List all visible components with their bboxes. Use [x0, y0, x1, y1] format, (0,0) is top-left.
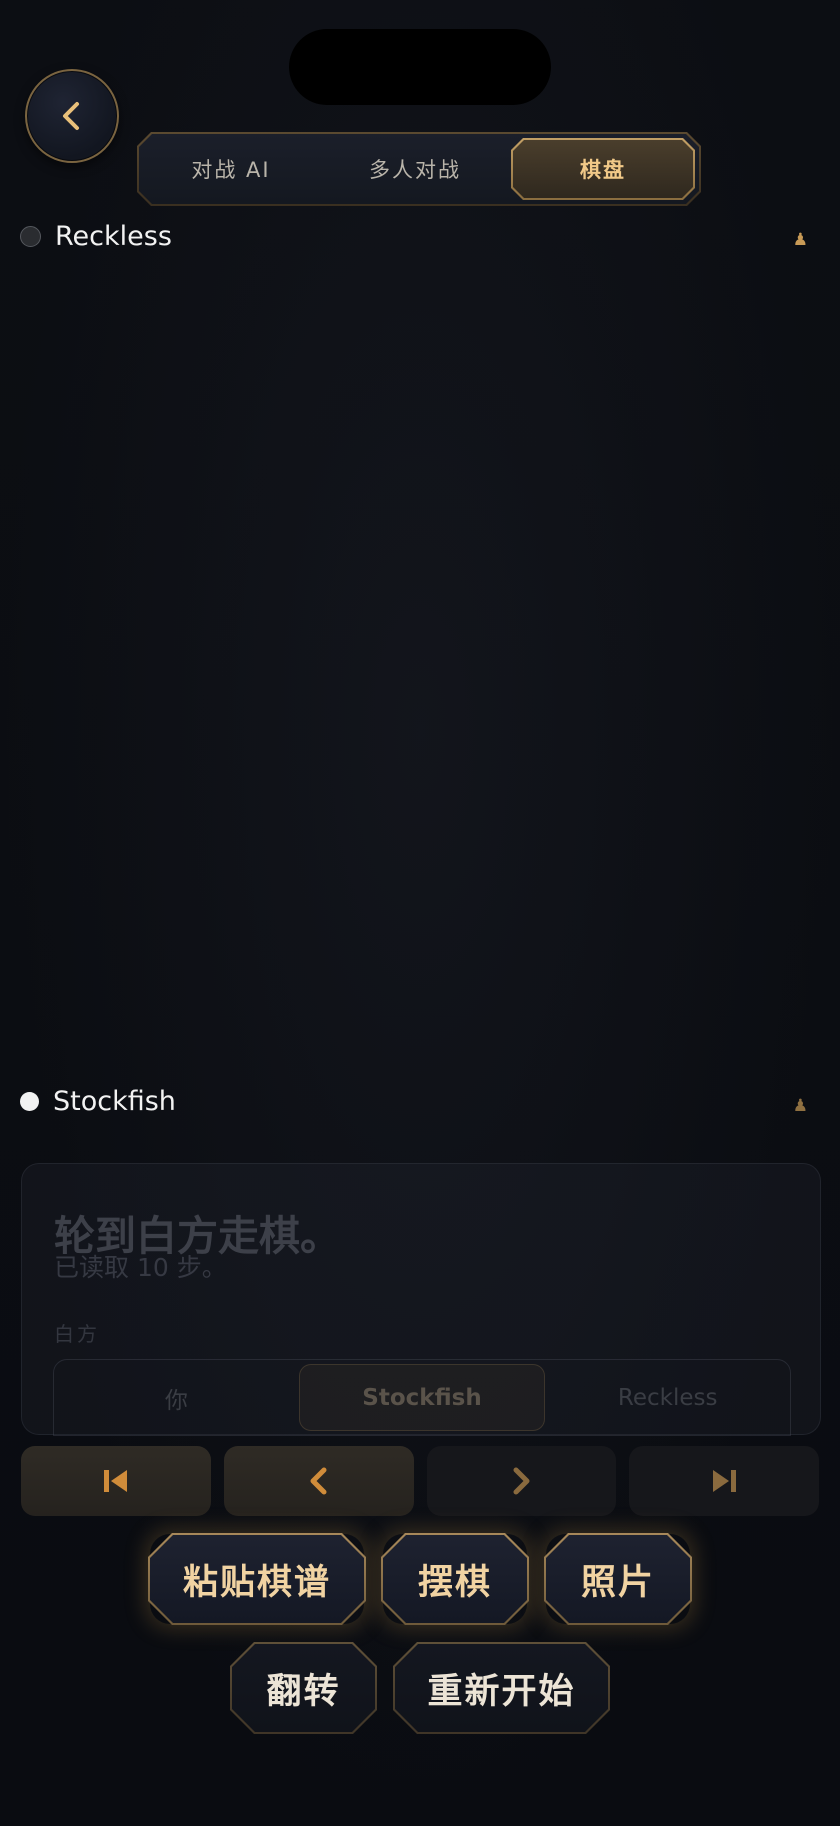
side-option-stockfish[interactable]: Stockfish	[298, 1364, 546, 1431]
moves-loaded: 已读取 10 步。	[54, 1253, 227, 1282]
move-navigation	[21, 1446, 819, 1516]
last-move-icon	[713, 1470, 737, 1492]
side-label: 白方	[54, 1322, 100, 1346]
restart-button[interactable]: 重新开始	[393, 1642, 610, 1734]
side-option-reckless[interactable]: Reckless	[545, 1360, 790, 1435]
chess-board[interactable]	[0, 258, 840, 1048]
black-side-dot	[20, 226, 41, 247]
side-selector: 你 Stockfish Reckless	[53, 1359, 791, 1436]
top-player: Reckless	[20, 221, 172, 252]
pawn-icon: ♟	[792, 1096, 808, 1116]
bottom-player-name: Stockfish	[53, 1086, 176, 1117]
top-player-name: Reckless	[55, 221, 172, 252]
bottom-player: Stockfish	[20, 1086, 176, 1117]
status-card: 轮到白方走棋。 已读取 10 步。 白方 你 Stockfish Reckles…	[21, 1163, 821, 1436]
tab-multiplayer[interactable]: 多人对战	[323, 134, 507, 204]
first-move-icon	[103, 1470, 127, 1492]
tab-board[interactable]: 棋盘	[511, 138, 695, 200]
chevron-right-icon	[513, 1467, 530, 1495]
last-move-button[interactable]	[629, 1446, 819, 1516]
white-side-dot	[20, 1092, 39, 1111]
back-button[interactable]	[25, 69, 119, 163]
photo-button[interactable]: 照片	[544, 1533, 692, 1625]
setup-board-button[interactable]: 摆棋	[381, 1533, 529, 1625]
side-option-you[interactable]: 你	[54, 1360, 299, 1435]
chevron-left-icon	[63, 102, 79, 130]
flip-board-button[interactable]: 翻转	[230, 1642, 377, 1734]
tab-vs-ai[interactable]: 对战 AI	[139, 134, 323, 204]
first-move-button[interactable]	[21, 1446, 211, 1516]
next-move-button[interactable]	[426, 1446, 617, 1516]
dynamic-island	[289, 29, 551, 105]
chevron-left-icon	[310, 1467, 327, 1495]
mode-tabs: 对战 AI 多人对战 棋盘	[137, 132, 701, 206]
paste-pgn-button[interactable]: 粘贴棋谱	[148, 1533, 366, 1625]
pawn-icon: ♟	[792, 230, 808, 250]
prev-move-button[interactable]	[223, 1446, 414, 1516]
